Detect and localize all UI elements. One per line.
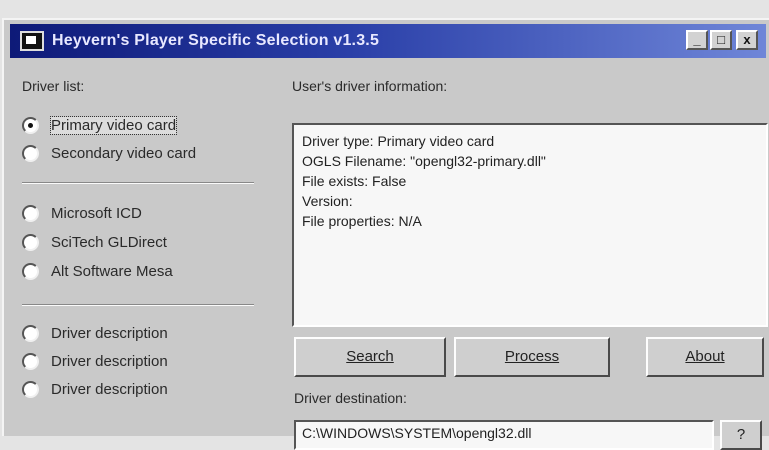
radio-label: Secondary video card [51, 144, 197, 162]
radio-label: Alt Software Mesa [51, 262, 173, 280]
radio-driver-description-2[interactable]: Driver description [22, 350, 168, 372]
radio-label: Driver description [51, 352, 168, 370]
radio-driver-description-1[interactable]: Driver description [22, 322, 168, 344]
window-title: Heyvern's Player Specific Selection v1.3… [52, 32, 380, 49]
separator [22, 182, 254, 184]
radio-button[interactable] [22, 352, 39, 370]
radio-label: Driver description [51, 324, 168, 342]
process-button-label: Process [504, 348, 560, 365]
browse-button[interactable]: ? [720, 420, 762, 450]
separator [22, 304, 254, 306]
radio-microsoft-icd[interactable]: Microsoft ICD [22, 202, 142, 224]
radio-primary-card[interactable]: Primary video card [22, 114, 178, 136]
radio-label: Primary video card [49, 115, 178, 135]
radio-driver-description-3[interactable]: Driver description [22, 378, 168, 400]
radio-button[interactable] [22, 144, 39, 162]
title-bar[interactable]: Heyvern's Player Specific Selection v1.3… [10, 24, 766, 58]
radio-button[interactable] [22, 324, 39, 342]
process-button[interactable]: Process [454, 337, 610, 377]
info-line: File properties: N/A [302, 213, 422, 229]
app-icon[interactable] [20, 31, 44, 51]
search-button-label: Search [346, 348, 394, 365]
driver-destination-field[interactable]: C:\WINDOWS\SYSTEM\opengl32.dll [294, 420, 714, 450]
user-info-label: User's driver information: [292, 78, 448, 94]
maximize-button[interactable]: □ [710, 30, 732, 50]
radio-button[interactable] [22, 380, 39, 398]
radio-scitech-gldirect[interactable]: SciTech GLDirect [22, 231, 167, 253]
app-window: Heyvern's Player Specific Selection v1.3… [2, 18, 769, 450]
about-button[interactable]: About [646, 337, 764, 377]
info-line: Driver type: Primary video card [302, 133, 495, 149]
driver-info-box[interactable]: Driver type: Primary video card OGLS Fil… [292, 123, 768, 327]
radio-button[interactable] [22, 233, 39, 251]
driver-list-label: Driver list: [22, 78, 85, 94]
radio-alt-software-mesa[interactable]: Alt Software Mesa [22, 260, 173, 282]
about-button-label: About [685, 348, 725, 365]
close-button[interactable]: x [736, 30, 758, 50]
info-line: Version: [302, 193, 353, 209]
destination-label: Driver destination: [294, 390, 407, 406]
search-button[interactable]: Search [294, 337, 446, 377]
radio-secondary-card[interactable]: Secondary video card [22, 142, 196, 164]
info-line: OGLS Filename: "opengl32-primary.dll" [302, 153, 546, 169]
radio-label: Microsoft ICD [51, 204, 142, 222]
radio-button[interactable] [22, 204, 39, 222]
radio-label: SciTech GLDirect [51, 233, 167, 251]
radio-button-checked[interactable] [22, 116, 39, 134]
minimize-button[interactable]: _ [686, 30, 708, 50]
radio-button[interactable] [22, 262, 39, 280]
info-line: File exists: False [302, 173, 407, 189]
radio-label: Driver description [51, 380, 168, 398]
